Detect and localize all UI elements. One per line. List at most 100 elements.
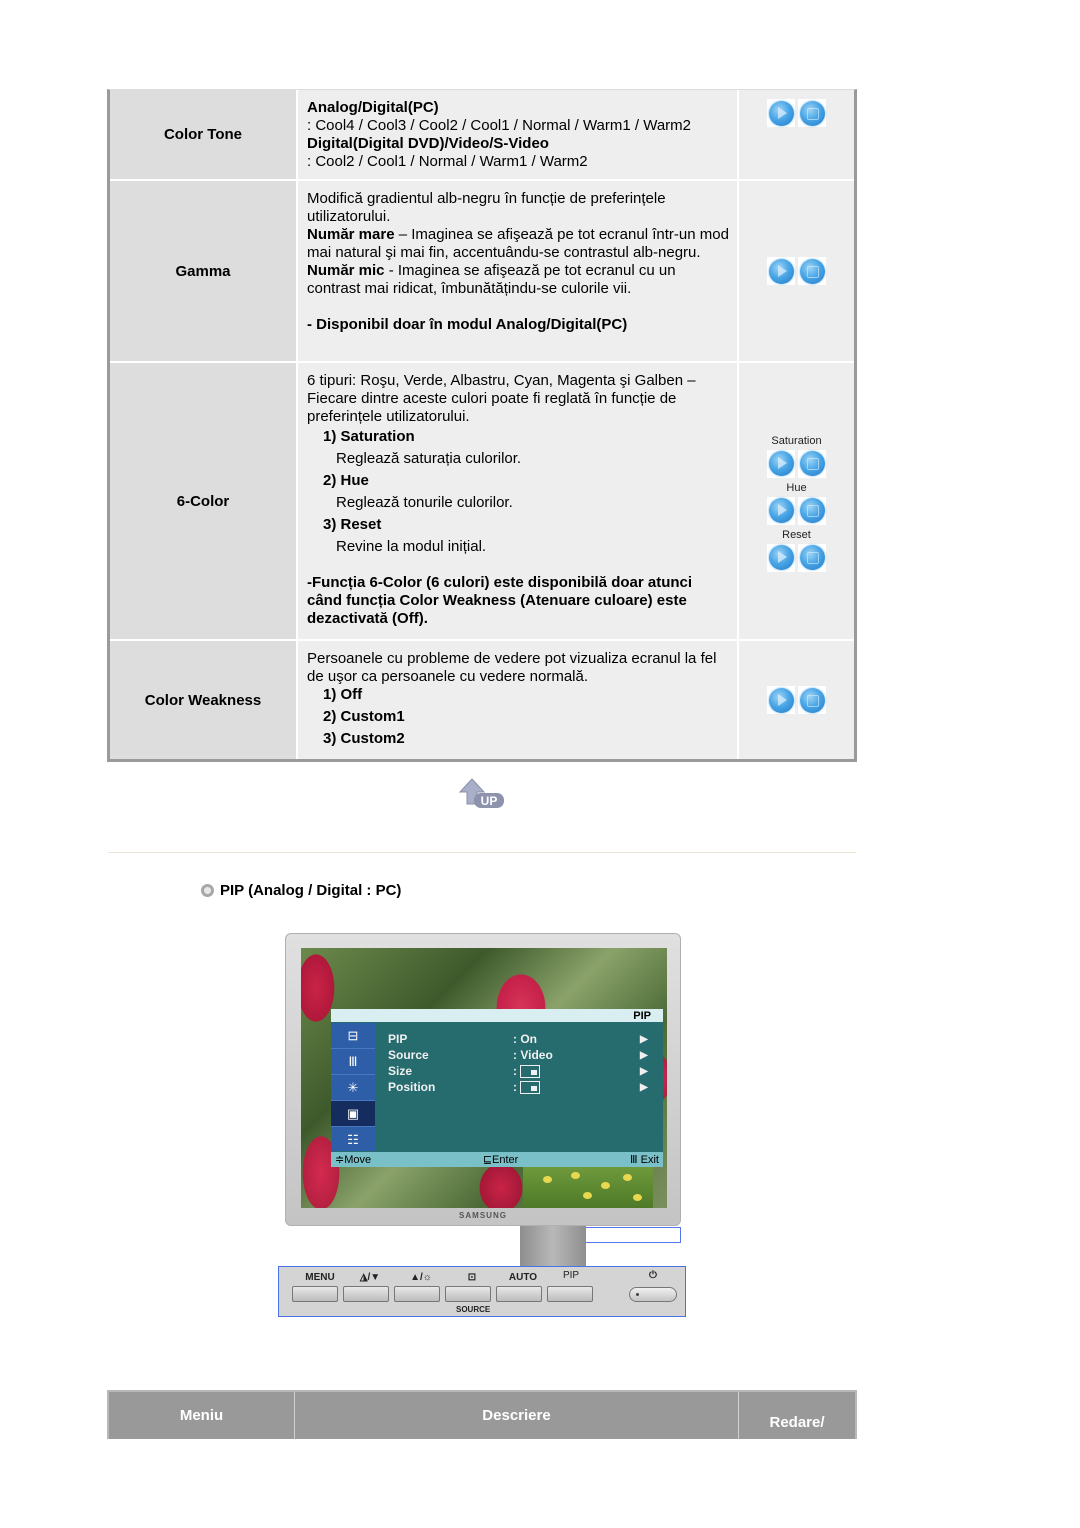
item-text: Revine la modul inițial. xyxy=(336,538,487,555)
label: Număr mic xyxy=(307,262,385,279)
osd-label: Source xyxy=(388,1048,429,1062)
stop-button[interactable] xyxy=(798,686,826,714)
pip-position-icon xyxy=(520,1081,541,1095)
pip-label: PIP xyxy=(562,1270,580,1281)
intro: 6 tipuri: Roşu, Verde, Albastru, Cyan, M… xyxy=(307,372,696,425)
osd-rows: PIP: On ▶ Source : Video ▶ Size: ▶ Position… xyxy=(388,1031,650,1095)
item-title: 1) Saturation xyxy=(323,428,415,445)
stop-icon xyxy=(799,687,825,713)
menu-label: MENU xyxy=(305,1272,335,1283)
osd-row-size: Size: ▶ xyxy=(388,1063,650,1079)
play-button[interactable] xyxy=(767,543,795,572)
section-divider xyxy=(108,852,856,853)
monitor-stand xyxy=(520,1226,586,1266)
settings-table: Color Tone Analog/Digital(PC) : Cool4 / … xyxy=(107,89,857,762)
osd-label: Size xyxy=(388,1064,413,1078)
heading: Digital(Digital DVD)/Video/S-Video xyxy=(307,135,549,152)
play-cell xyxy=(739,641,854,759)
menu-cell: 6-Color xyxy=(110,363,298,639)
table-row-gamma: Gamma Modifică gradientul alb-negru în f… xyxy=(110,181,854,363)
power-button[interactable] xyxy=(629,1287,677,1302)
monitor-screen: PIP ⊟ Ⅲ ✳ ▣ ☷ PIP: On ▶ Source : Video ▶ Si… xyxy=(301,948,667,1208)
play-icon xyxy=(768,100,794,126)
magicbright-down-button[interactable] xyxy=(343,1286,389,1302)
source-label: SOURCE xyxy=(456,1305,491,1314)
play-label: Reset xyxy=(782,528,811,541)
play-button[interactable] xyxy=(767,99,795,127)
osd-sidebar: ⊟ Ⅲ ✳ ▣ ☷ xyxy=(331,1023,375,1153)
item-title: 2) Hue xyxy=(323,472,369,489)
pip-icon: ▣ xyxy=(331,1101,375,1127)
up-brightness-label: ▲/☼ xyxy=(410,1272,432,1283)
stop-button[interactable] xyxy=(798,543,826,572)
play-icon xyxy=(768,687,794,713)
stop-icon xyxy=(799,451,825,476)
play-button[interactable] xyxy=(767,257,795,285)
play-icon xyxy=(768,258,794,284)
stop-icon xyxy=(799,545,825,570)
options: : Cool4 / Cool3 / Cool2 / Cool1 / Normal… xyxy=(307,117,692,134)
osd-move-hint: ≑Move xyxy=(335,1154,372,1166)
play-icon xyxy=(768,451,794,476)
option: 2) Custom1 xyxy=(323,708,405,725)
stop-button[interactable] xyxy=(798,449,826,478)
setup-icon: ☷ xyxy=(331,1127,375,1153)
description-cell: Analog/Digital(PC) : Cool4 / Cool3 / Coo… xyxy=(298,90,739,179)
play-stop-buttons xyxy=(767,686,826,714)
table-header: Meniu Descriere Redare/ xyxy=(107,1390,857,1439)
description-cell: Persoanele cu probleme de vedere pot viz… xyxy=(298,641,739,759)
auto-label: AUTO xyxy=(508,1272,538,1283)
osd-footer: ≑Move ⊑Enter Ⅲ Exit xyxy=(331,1152,663,1167)
stop-button[interactable] xyxy=(798,257,826,285)
table-row-color-tone: Color Tone Analog/Digital(PC) : Cool4 / … xyxy=(110,90,854,181)
pip-window xyxy=(523,1166,653,1208)
enter-label: ⊡ xyxy=(467,1272,477,1283)
control-panel: MENU ◮/▼ ▲/☼ ⊡ AUTO PIP SOURCE ⏻ xyxy=(278,1266,686,1317)
back-to-top-icon[interactable]: UP xyxy=(458,776,506,810)
osd-enter-hint: ⊑Enter xyxy=(482,1154,519,1166)
intro: Modifică gradientul alb-negru în funcție… xyxy=(307,190,666,225)
play-button[interactable] xyxy=(767,449,795,478)
menu-button[interactable] xyxy=(292,1286,338,1302)
osd-label: Position xyxy=(388,1080,436,1094)
up-brightness-button[interactable] xyxy=(394,1286,440,1302)
auto-button[interactable] xyxy=(496,1286,542,1302)
play-stop-buttons xyxy=(767,257,826,285)
svg-text:UP: UP xyxy=(481,794,498,808)
osd-row-pip: PIP: On ▶ xyxy=(388,1031,650,1047)
monitor-illustration: PIP ⊟ Ⅲ ✳ ▣ ☷ PIP: On ▶ Source : Video ▶ Si… xyxy=(285,933,681,1243)
option: 1) Off xyxy=(323,686,363,703)
intro: Persoanele cu probleme de vedere pot viz… xyxy=(307,650,717,685)
menu-cell: Color Weakness xyxy=(110,641,298,759)
osd-row-source: Source : Video ▶ xyxy=(388,1047,650,1063)
osd-exit-hint: Ⅲ Exit xyxy=(630,1154,659,1166)
pip-button[interactable] xyxy=(547,1286,593,1302)
description-cell: Modifică gradientul alb-negru în funcție… xyxy=(298,181,739,361)
menu-cell: Gamma xyxy=(110,181,298,361)
arrow-right-icon: ▶ xyxy=(640,1065,648,1077)
stop-button[interactable] xyxy=(798,99,826,127)
options: : Cool2 / Cool1 / Normal / Warm1 / Warm2 xyxy=(307,153,588,170)
osd-value: : xyxy=(513,1080,640,1095)
note: - Disponibil doar în modul Analog/Digita… xyxy=(307,316,628,333)
play-button[interactable] xyxy=(767,496,795,525)
bullet-icon xyxy=(201,884,214,897)
osd-value: : xyxy=(513,1064,640,1079)
header-playback: Redare/ xyxy=(769,1414,825,1431)
arrow-right-icon: ▶ xyxy=(640,1033,648,1045)
play-button[interactable] xyxy=(767,686,795,714)
osd-value: : Video xyxy=(513,1048,553,1062)
enter-source-button[interactable] xyxy=(445,1286,491,1302)
arrow-right-icon: ▶ xyxy=(640,1049,648,1061)
play-icon xyxy=(768,545,794,570)
play-cell xyxy=(739,90,854,179)
small-number-text: Număr mic - Imaginea se afişează pe tot … xyxy=(307,262,729,298)
play-stop-buttons xyxy=(767,496,826,525)
play-cell xyxy=(739,181,854,361)
osd-header: PIP xyxy=(331,1009,663,1022)
osd-label: PIP xyxy=(388,1032,408,1046)
header-menu: Meniu xyxy=(109,1392,295,1439)
stop-button[interactable] xyxy=(798,496,826,525)
option: 3) Custom2 xyxy=(323,730,405,747)
play-label: Hue xyxy=(786,481,807,494)
